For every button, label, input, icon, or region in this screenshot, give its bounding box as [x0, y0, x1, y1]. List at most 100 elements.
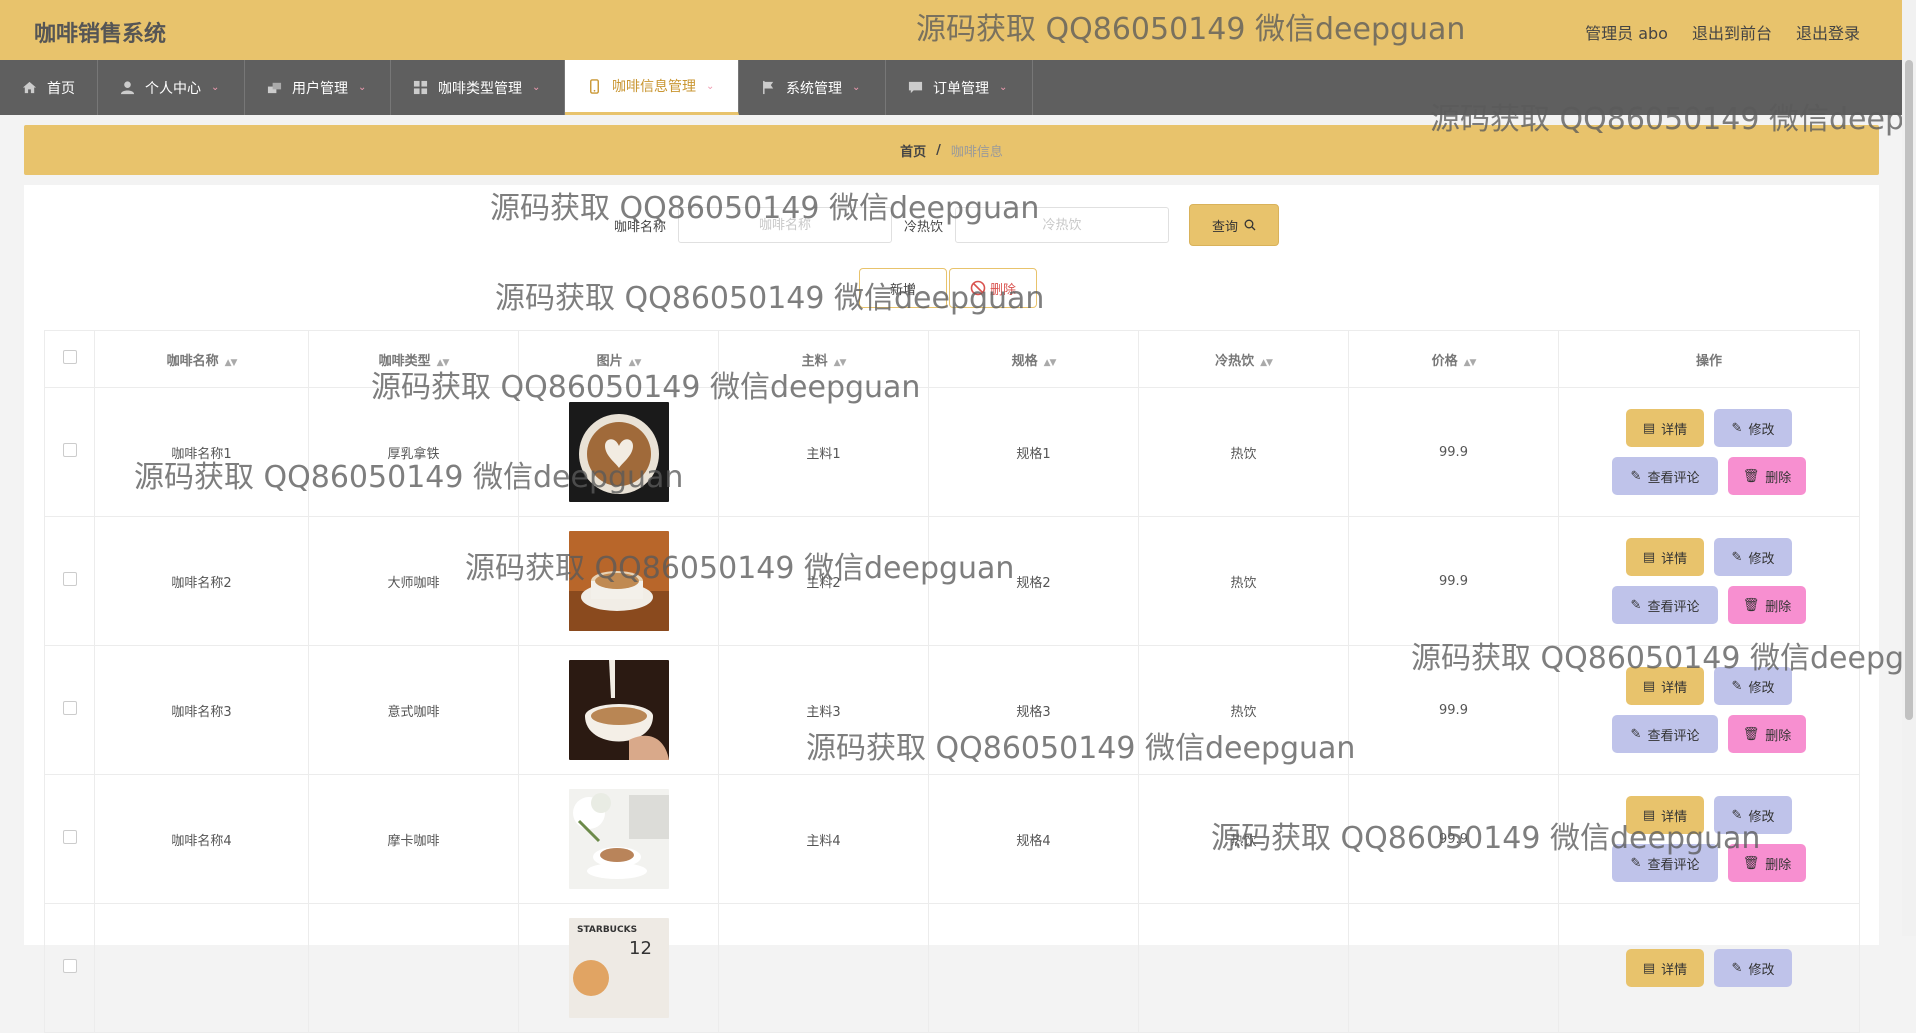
add-button[interactable]: 新增 — [859, 268, 947, 308]
detail-button[interactable]: ▤ 详情 — [1626, 796, 1704, 834]
cell-main: 主料1 — [718, 387, 929, 517]
view-reviews-button[interactable]: ✎ 查看评论 — [1612, 844, 1718, 882]
column-header[interactable]: 图片 ▲▼ — [518, 330, 719, 388]
remove-button[interactable]: 🗑 删除 — [1728, 844, 1806, 882]
nav-users[interactable]: 用户管理 ⌄ — [245, 60, 391, 115]
detail-button[interactable]: ▤ 详情 — [1626, 538, 1704, 576]
sort-icon: ▲▼ — [1043, 357, 1057, 368]
table-row: 咖啡名称3 意式咖啡 主料3 规格3 热饮 99.9 ▤ 详情 ✎ 修改 ✎ 查看评论 — [44, 645, 1860, 775]
column-header[interactable]: 规格 ▲▼ — [928, 330, 1139, 388]
logout-link[interactable]: 退出登录 — [1796, 20, 1860, 44]
breadcrumb-separator: / — [936, 142, 941, 158]
app-title: 咖啡销售系统 — [34, 22, 167, 47]
column-header[interactable]: 咖啡类型 ▲▼ — [308, 330, 519, 388]
nav-system-label: 系统管理 — [786, 80, 842, 97]
remove-button[interactable]: 🗑 删除 — [1728, 457, 1806, 495]
nav-coffee-type[interactable]: 咖啡类型管理 ⌄ — [391, 60, 565, 115]
row-checkbox[interactable] — [62, 701, 77, 715]
forbidden-icon — [970, 280, 986, 296]
photo-number: 12 — [629, 938, 652, 959]
cell-price: 99.9 — [1348, 516, 1559, 646]
detail-button[interactable]: ▤ 详情 — [1626, 667, 1704, 705]
nav-home[interactable]: 首页 — [0, 60, 98, 115]
row-checkbox[interactable] — [62, 830, 77, 844]
flag-icon — [763, 80, 774, 95]
temperature-input[interactable] — [955, 207, 1170, 243]
photo-caption: STARBUCKS — [577, 925, 637, 935]
delete-button[interactable]: 删除 — [949, 268, 1037, 308]
nav-profile-label: 个人中心 — [145, 80, 201, 97]
cell-type: 厚乳拿铁 — [308, 387, 519, 517]
home-icon — [22, 81, 37, 94]
query-button[interactable]: 查询 — [1189, 204, 1280, 246]
chevron-down-icon: ⌄ — [706, 80, 715, 92]
row-actions: ▤ 详情 ✎ 修改 — [1560, 949, 1858, 987]
trash-icon: 🗑 — [1742, 468, 1760, 484]
search-bar: 咖啡名称 冷热饮 查询 — [614, 204, 1280, 246]
edit-button[interactable]: ✎ 修改 — [1714, 667, 1792, 705]
table-row: 咖啡名称2 大师咖啡 主料2 规格2 热饮 99.9 ▤ 详情 ✎ 修改 ✎ 查看评论 — [44, 516, 1860, 646]
nav-coffee-info-label: 咖啡信息管理 — [612, 79, 696, 95]
column-header[interactable]: 咖啡名称 ▲▼ — [94, 330, 309, 388]
cell-spec: 规格2 — [928, 516, 1139, 646]
vertical-scrollbar[interactable] — [1902, 0, 1916, 936]
edit-button[interactable]: ✎ 修改 — [1714, 949, 1792, 987]
select-all-cell — [44, 330, 95, 388]
edit-button[interactable]: ✎ 修改 — [1714, 796, 1792, 834]
cell-main: 主料4 — [718, 774, 929, 904]
nav-profile[interactable]: 个人中心 ⌄ — [98, 60, 245, 115]
scrollbar-thumb[interactable] — [1905, 60, 1913, 720]
query-button-label: 查询 — [1212, 219, 1239, 235]
column-header[interactable]: 冷热饮 ▲▼ — [1138, 330, 1349, 388]
row-checkbox[interactable] — [62, 959, 77, 973]
pencil-icon: ✎ — [1731, 678, 1743, 694]
trash-icon: 🗑 — [1742, 726, 1760, 742]
coffee-name-input[interactable] — [678, 207, 893, 243]
pour-milk-photo — [568, 660, 669, 760]
action-buttons: 新增 删除 — [859, 268, 1037, 308]
sort-icon: ▲▼ — [833, 357, 847, 368]
document-icon: ▤ — [1642, 807, 1656, 823]
cell-spec: 规格3 — [928, 645, 1139, 775]
coffee-desk-photo — [568, 789, 669, 889]
main-nav: 首页 个人中心 ⌄ 用户管理 ⌄ 咖啡类型管理 ⌄ 咖啡信息管理 ⌄ 系统管理 … — [0, 60, 1916, 115]
detail-button[interactable]: ▤ 详情 — [1626, 409, 1704, 447]
breadcrumb-home[interactable]: 首页 — [900, 141, 926, 160]
column-header[interactable]: 主料 ▲▼ — [718, 330, 929, 388]
top-links: 管理员 abo 退出到前台 退出登录 — [1585, 20, 1860, 44]
user-icon — [120, 81, 135, 95]
nav-coffee-info[interactable]: 咖啡信息管理 ⌄ — [565, 60, 739, 115]
cell-temp: 热饮 — [1138, 774, 1349, 904]
chevron-down-icon: ⌄ — [211, 82, 220, 93]
sort-icon: ▲▼ — [628, 357, 642, 368]
pencil-icon: ✎ — [1630, 855, 1642, 871]
view-reviews-button[interactable]: ✎ 查看评论 — [1612, 457, 1718, 495]
latte-art-photo — [568, 402, 669, 502]
row-checkbox[interactable] — [62, 572, 77, 586]
remove-button[interactable]: 🗑 删除 — [1728, 715, 1806, 753]
search-icon — [1244, 219, 1256, 231]
cell-price: 99.9 — [1348, 645, 1559, 775]
nav-orders[interactable]: 订单管理 ⌄ — [886, 60, 1033, 115]
table-row: STARBUCKS 12 ▤ 详情 ✎ 修改 — [44, 903, 1860, 1033]
nav-system[interactable]: 系统管理 ⌄ — [739, 60, 886, 115]
cell-spec: 规格1 — [928, 387, 1139, 517]
column-header[interactable]: 价格 ▲▼ — [1348, 330, 1559, 388]
row-checkbox[interactable] — [62, 443, 77, 457]
edit-button[interactable]: ✎ 修改 — [1714, 409, 1792, 447]
phone-icon — [590, 78, 599, 94]
admin-user-link[interactable]: 管理员 abo — [1585, 20, 1668, 44]
view-reviews-button[interactable]: ✎ 查看评论 — [1612, 586, 1718, 624]
select-all-checkbox[interactable] — [62, 350, 77, 364]
sort-icon: ▲▼ — [436, 357, 450, 368]
edit-button[interactable]: ✎ 修改 — [1714, 538, 1792, 576]
back-to-front-link[interactable]: 退出到前台 — [1692, 20, 1772, 44]
detail-button[interactable]: ▤ 详情 — [1626, 949, 1704, 987]
pencil-icon: ✎ — [1731, 549, 1743, 565]
view-reviews-button[interactable]: ✎ 查看评论 — [1612, 715, 1718, 753]
breadcrumb: 首页 / 咖啡信息 — [24, 125, 1879, 175]
remove-button[interactable]: 🗑 删除 — [1728, 586, 1806, 624]
pencil-icon: ✎ — [1630, 726, 1642, 742]
starbucks-photo: STARBUCKS 12 — [568, 918, 669, 1018]
trash-icon: 🗑 — [1742, 597, 1760, 613]
